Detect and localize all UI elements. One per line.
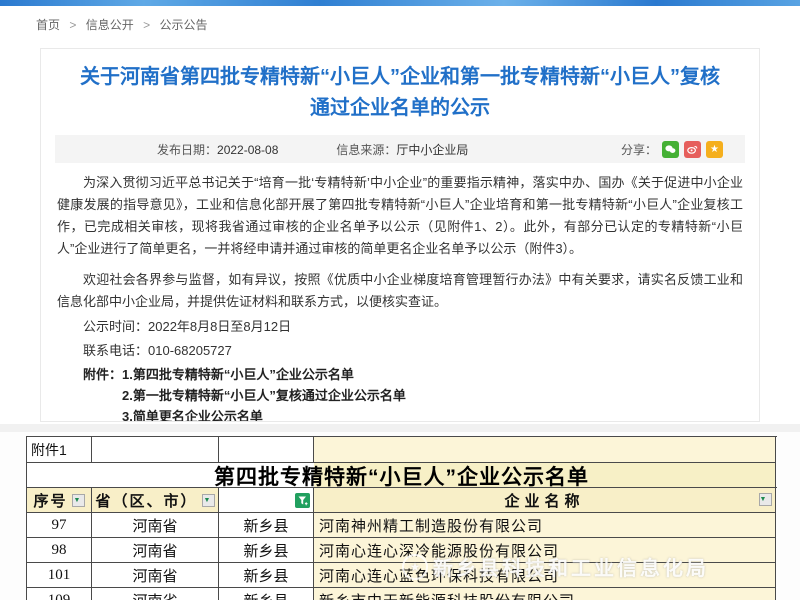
table-row: 97 河南省 新乡县 河南神州精工制造股份有限公司 — [27, 513, 777, 538]
cell-index: 97 — [27, 513, 92, 538]
share-label: 分享： — [621, 141, 657, 158]
info-source: 信息来源：厅中小企业局 — [336, 141, 468, 158]
contact-phone-line: 联系电话：010-68205727 — [57, 340, 743, 361]
share-bar: 分享： ★ — [621, 141, 723, 158]
publish-date-value: 2022-08-08 — [217, 143, 278, 157]
column-header-index: 序号 ▼ — [27, 488, 92, 513]
empty-cell — [314, 437, 776, 463]
publish-date-label: 发布日期： — [157, 143, 217, 157]
cell-index: 98 — [27, 538, 92, 563]
article-meta-bar: 发布日期：2022-08-08 信息来源：厅中小企业局 分享： ★ — [55, 135, 745, 163]
attachments-block: 附件： 1.第四批专精特新“小巨人”企业公示名单 2.第一批专精特新“小巨人”复… — [57, 364, 743, 422]
attachments-label: 附件： — [83, 364, 122, 422]
cell-province: 河南省 — [92, 588, 219, 600]
filter-dropdown-icon[interactable]: ▼ — [759, 493, 772, 506]
column-header-index-label: 序号 — [33, 490, 67, 511]
table-row: 109 河南省 新乡县 新乡市中天新能源科技股份有限公司 — [27, 588, 777, 600]
watermark-logo-icon: ★ — [402, 554, 428, 580]
cell-city: 新乡县 — [219, 588, 314, 600]
article-title: 关于河南省第四批专精特新“小巨人”企业和第一批专精特新“小巨人”复核通过企业名单… — [79, 62, 721, 124]
breadcrumb-current: 公示公告 — [159, 18, 207, 32]
attachment-label-row: 附件1 — [27, 437, 777, 463]
publish-date: 发布日期：2022-08-08 — [157, 141, 278, 158]
column-header-province-label: 省（区、市） — [95, 490, 197, 511]
cell-province: 河南省 — [92, 538, 219, 563]
attachments-list: 1.第四批专精特新“小巨人”企业公示名单 2.第一批专精特新“小巨人”复核通过企… — [122, 364, 406, 422]
attachment-link-3[interactable]: 3.简单更名企业公示名单 — [122, 406, 406, 422]
article-panel: 关于河南省第四批专精特新“小巨人”企业和第一批专精特新“小巨人”复核通过企业名单… — [40, 48, 760, 422]
paragraph: 欢迎社会各界参与监督，如有异议，按照《优质中小企业梯度培育管理暂行办法》中有关要… — [57, 269, 743, 313]
cell-city: 新乡县 — [219, 513, 314, 538]
info-source-value: 厅中小企业局 — [396, 143, 468, 157]
cell-company: 河南神州精工制造股份有限公司 — [314, 513, 776, 538]
empty-cell — [219, 437, 314, 463]
breadcrumb: 首页 > 信息公开 > 公示公告 — [36, 16, 207, 33]
breadcrumb-info-disclosure[interactable]: 信息公开 — [86, 18, 134, 32]
attachment-link-1[interactable]: 1.第四批专精特新“小巨人”企业公示名单 — [122, 364, 406, 385]
column-header-province: 省（区、市） ▼ — [92, 488, 219, 513]
breadcrumb-separator: > — [69, 18, 76, 32]
notice-period-line: 公示时间：2022年8月8日至8月12日 — [57, 316, 743, 337]
table-title-row: 第四批专精特新“小巨人”企业公示名单 — [27, 463, 777, 488]
cell-province: 河南省 — [92, 563, 219, 588]
filter-dropdown-icon[interactable]: ▼ — [72, 494, 85, 507]
watermark-text: 新乡县科技和工业信息化局 — [433, 552, 709, 581]
table-header-row: 序号 ▼ 省（区、市） ▼ 企业名称 ▼ — [27, 488, 777, 513]
empty-cell — [92, 437, 219, 463]
cell-index: 101 — [27, 563, 92, 588]
column-header-city — [219, 488, 314, 513]
cell-company: 新乡市中天新能源科技股份有限公司 — [314, 588, 776, 600]
watermark: ★ 新乡县科技和工业信息化局 — [402, 552, 709, 581]
cell-index: 109 — [27, 588, 92, 600]
cell-city: 新乡县 — [219, 563, 314, 588]
breadcrumb-home[interactable]: 首页 — [36, 18, 60, 32]
cell-city: 新乡县 — [219, 538, 314, 563]
article-body: 为深入贯彻习近平总书记关于“培育一批‘专精特新’中小企业”的重要指示精神，落实中… — [41, 172, 759, 422]
column-header-company-label: 企业名称 — [504, 490, 584, 511]
paragraph: 为深入贯彻习近平总书记关于“培育一批‘专精特新’中小企业”的重要指示精神，落实中… — [57, 172, 743, 260]
filter-active-icon[interactable] — [295, 493, 310, 508]
info-source-label: 信息来源： — [336, 143, 396, 157]
table-title: 第四批专精特新“小巨人”企业公示名单 — [27, 463, 776, 488]
top-nav-strip — [0, 0, 800, 6]
attachment1-label: 附件1 — [27, 437, 92, 463]
column-header-company: 企业名称 ▼ — [314, 488, 776, 513]
weibo-icon[interactable] — [684, 141, 701, 158]
favorite-star-icon[interactable]: ★ — [706, 141, 723, 158]
spreadsheet-area: 附件1 第四批专精特新“小巨人”企业公示名单 序号 ▼ 省（区、市） ▼ — [0, 432, 800, 600]
attachment-link-2[interactable]: 2.第一批专精特新“小巨人”复核通过企业公示名单 — [122, 385, 406, 406]
cell-province: 河南省 — [92, 513, 219, 538]
filter-dropdown-icon[interactable]: ▼ — [202, 494, 215, 507]
wechat-icon[interactable] — [662, 141, 679, 158]
page: 首页 > 信息公开 > 公示公告 关于河南省第四批专精特新“小巨人”企业和第一批… — [0, 0, 800, 600]
breadcrumb-separator: > — [143, 18, 150, 32]
